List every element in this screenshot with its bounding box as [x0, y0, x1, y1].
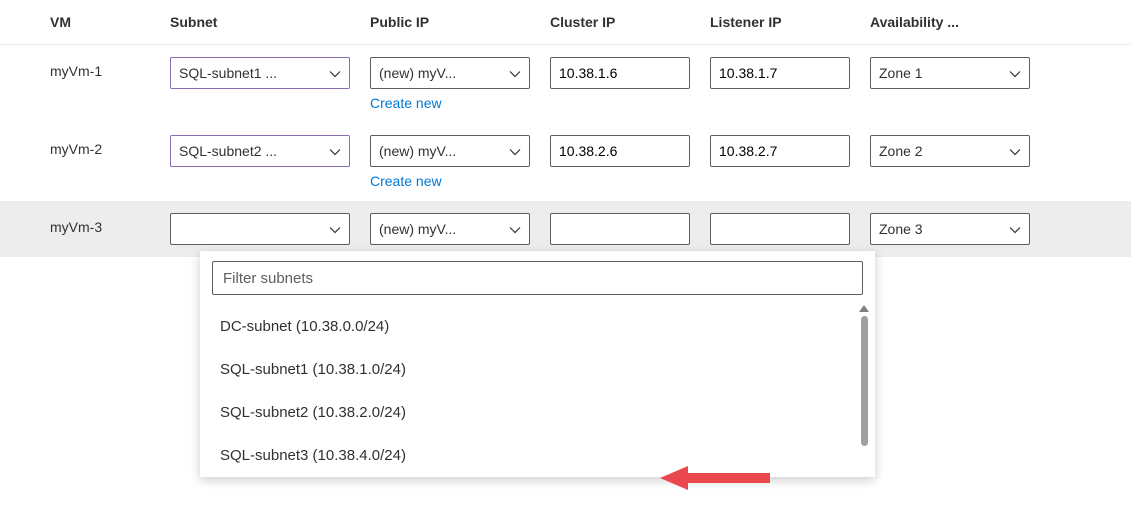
availability-dropdown[interactable]: Zone 3	[870, 213, 1030, 245]
table-row: myVm-2 SQL-subnet2 ... (new) myV... Crea…	[0, 123, 1131, 201]
subnet-option[interactable]: SQL-subnet2 (10.38.2.0/24)	[200, 391, 875, 434]
scroll-up-icon	[859, 305, 869, 312]
vm-name-cell: myVm-1	[0, 57, 160, 79]
header-vm: VM	[0, 14, 160, 30]
chevron-down-icon	[329, 145, 341, 157]
availability-dropdown[interactable]: Zone 1	[870, 57, 1030, 89]
listenerip-input[interactable]	[710, 135, 850, 167]
create-new-link[interactable]: Create new	[370, 173, 530, 189]
header-subnet: Subnet	[160, 14, 360, 30]
header-clusterip: Cluster IP	[540, 14, 700, 30]
subnet-option[interactable]: DC-subnet (10.38.0.0/24)	[200, 305, 875, 348]
header-publicip: Public IP	[360, 14, 540, 30]
publicip-dropdown-value: (new) myV...	[379, 143, 503, 159]
header-availability: Availability ...	[860, 14, 1040, 30]
scrollbar[interactable]	[857, 305, 871, 477]
publicip-dropdown-value: (new) myV...	[379, 221, 503, 237]
table-header-row: VM Subnet Public IP Cluster IP Listener …	[0, 0, 1131, 45]
subnet-option[interactable]: SQL-subnet3 (10.38.4.0/24)	[200, 434, 875, 477]
publicip-dropdown[interactable]: (new) myV...	[370, 57, 530, 89]
filter-subnets-input[interactable]	[212, 261, 863, 295]
subnet-dropdown[interactable]: SQL-subnet2 ...	[170, 135, 350, 167]
chevron-down-icon	[509, 145, 521, 157]
subnet-dropdown[interactable]: SQL-subnet1 ...	[170, 57, 350, 89]
subnet-options-list: DC-subnet (10.38.0.0/24) SQL-subnet1 (10…	[200, 305, 875, 477]
vm-name-cell: myVm-2	[0, 135, 160, 157]
clusterip-input[interactable]	[550, 135, 690, 167]
chevron-down-icon	[329, 67, 341, 79]
chevron-down-icon	[1009, 223, 1021, 235]
availability-dropdown[interactable]: Zone 2	[870, 135, 1030, 167]
chevron-down-icon	[1009, 67, 1021, 79]
subnet-dropdown-value: SQL-subnet2 ...	[179, 143, 323, 159]
chevron-down-icon	[329, 223, 341, 235]
chevron-down-icon	[509, 67, 521, 79]
subnet-option[interactable]: SQL-subnet1 (10.38.1.0/24)	[200, 348, 875, 391]
subnet-dropdown-panel: DC-subnet (10.38.0.0/24) SQL-subnet1 (10…	[200, 251, 875, 477]
scrollbar-thumb[interactable]	[861, 316, 868, 446]
create-new-link[interactable]: Create new	[370, 95, 530, 111]
chevron-down-icon	[509, 223, 521, 235]
subnet-dropdown[interactable]	[170, 213, 350, 245]
clusterip-input[interactable]	[550, 57, 690, 89]
table-row: myVm-1 SQL-subnet1 ... (new) myV... Crea…	[0, 45, 1131, 123]
availability-dropdown-value: Zone 1	[879, 65, 1003, 81]
listenerip-input[interactable]	[710, 57, 850, 89]
vm-name-cell: myVm-3	[0, 213, 160, 235]
publicip-dropdown[interactable]: (new) myV...	[370, 135, 530, 167]
publicip-dropdown[interactable]: (new) myV...	[370, 213, 530, 245]
chevron-down-icon	[1009, 145, 1021, 157]
vm-config-table: VM Subnet Public IP Cluster IP Listener …	[0, 0, 1131, 257]
publicip-dropdown-value: (new) myV...	[379, 65, 503, 81]
subnet-dropdown-value: SQL-subnet1 ...	[179, 65, 323, 81]
availability-dropdown-value: Zone 3	[879, 221, 1003, 237]
clusterip-input[interactable]	[550, 213, 690, 245]
listenerip-input[interactable]	[710, 213, 850, 245]
table-row: myVm-3 (new) myV... Zon	[0, 201, 1131, 257]
availability-dropdown-value: Zone 2	[879, 143, 1003, 159]
header-listenerip: Listener IP	[700, 14, 860, 30]
